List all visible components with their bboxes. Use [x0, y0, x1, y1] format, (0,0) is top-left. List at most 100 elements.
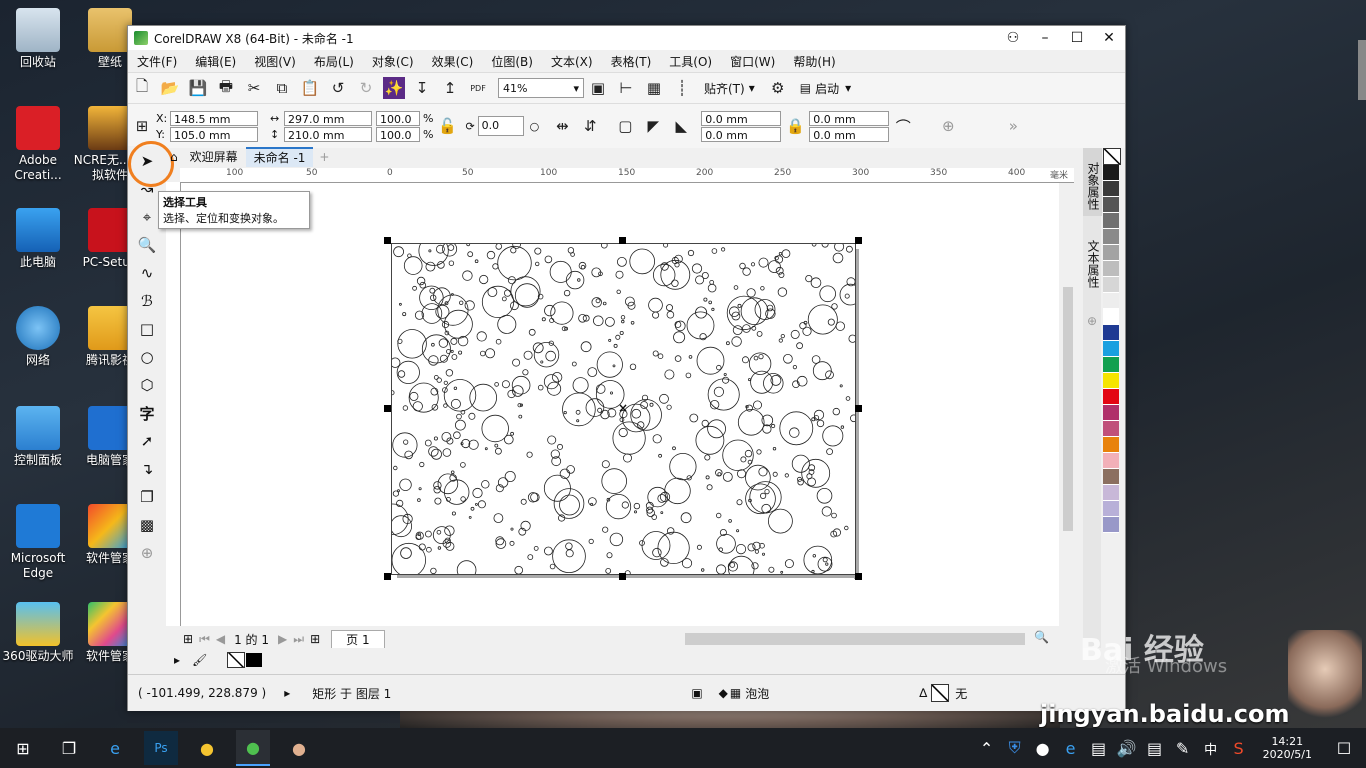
- ellipse-tool-icon[interactable]: ○: [134, 344, 160, 370]
- add-page-end-icon[interactable]: ⊞: [307, 632, 323, 646]
- input-method[interactable]: 中: [1201, 731, 1221, 765]
- menu-window[interactable]: 窗口(W): [721, 53, 784, 70]
- polygon-tool-icon[interactable]: ⬡: [134, 372, 160, 398]
- palette-swatch[interactable]: [1103, 421, 1119, 437]
- start-windows-icon[interactable]: ⊞: [6, 731, 40, 765]
- mirror-vertical-icon[interactable]: ⇵: [579, 115, 601, 137]
- no-fill-swatch[interactable]: [1103, 148, 1121, 165]
- scale-y-input[interactable]: 100.0: [376, 126, 420, 142]
- menu-view[interactable]: 视图(V): [245, 53, 305, 70]
- palette-swatch[interactable]: [1103, 261, 1119, 277]
- scroll-thumb[interactable]: [1063, 287, 1073, 531]
- drawing-canvas[interactable]: ×: [181, 183, 1059, 626]
- rectangle-tool-icon[interactable]: □: [134, 316, 160, 342]
- task-view-icon[interactable]: ❐: [52, 731, 86, 765]
- palette-swatch[interactable]: [1103, 325, 1119, 341]
- menu-text[interactable]: 文本(X): [542, 53, 602, 70]
- close-button[interactable]: ✕: [1093, 30, 1125, 46]
- palette-swatch[interactable]: [1103, 277, 1119, 293]
- docker-tab-object-properties[interactable]: 对象属性: [1083, 148, 1102, 216]
- lock-ratio-icon[interactable]: 🔓: [436, 115, 458, 137]
- eyedropper-icon[interactable]: 🖌: [188, 653, 211, 667]
- zoom-tool-icon[interactable]: 🔍: [134, 232, 160, 258]
- more-icon[interactable]: »: [1002, 115, 1024, 137]
- menu-effects[interactable]: 效果(C): [423, 53, 483, 70]
- paste-icon[interactable]: 📋: [299, 77, 321, 99]
- desktop-icon-adobe-cc[interactable]: Adobe Creati...: [0, 106, 76, 183]
- rotation-input[interactable]: 0.0: [477, 116, 524, 136]
- mirror-horizontal-icon[interactable]: ⇹: [551, 115, 573, 137]
- corner-radius-top-right-input[interactable]: 0.0 mm: [809, 110, 890, 126]
- qq-icon[interactable]: ●: [1033, 731, 1053, 765]
- horizontal-ruler[interactable]: 100 50 0 50 100 150 200 250 300 350 400 …: [180, 168, 1074, 183]
- palette-swatch[interactable]: [1103, 453, 1119, 469]
- x-position-input[interactable]: 148.5 mm: [170, 110, 258, 126]
- page-tab[interactable]: 页 1: [331, 630, 385, 648]
- home-icon[interactable]: ⌂: [166, 150, 182, 164]
- last-page-icon[interactable]: ⏭: [290, 632, 307, 647]
- selection-handle[interactable]: [619, 237, 626, 244]
- crop-tool-icon[interactable]: ⌖: [134, 204, 160, 230]
- palette-swatch[interactable]: [1103, 181, 1119, 197]
- edge-tray-icon[interactable]: e: [1061, 731, 1081, 765]
- publish-pdf-icon[interactable]: PDF: [467, 77, 489, 99]
- corner-radius-top-left-input[interactable]: 0.0 mm: [701, 110, 782, 126]
- corner-radius-bottom-left-input[interactable]: 0.0 mm: [701, 126, 782, 142]
- search-content-icon[interactable]: ✨: [383, 77, 405, 99]
- notification-icon[interactable]: ☐: [1332, 731, 1356, 765]
- desktop-icon-360-driver[interactable]: 360驱动大师: [0, 602, 76, 664]
- y-position-input[interactable]: 105.0 mm: [170, 126, 258, 142]
- launch-dropdown[interactable]: ▤ 启动 ▾: [800, 80, 851, 97]
- vertical-scrollbar[interactable]: [1061, 183, 1075, 626]
- display-icon[interactable]: ▤: [1089, 731, 1109, 765]
- add-toolbar-icon[interactable]: ⊕: [937, 115, 959, 137]
- desktop-icon-this-pc[interactable]: 此电脑: [0, 208, 76, 270]
- freehand-tool-icon[interactable]: ∿: [134, 260, 160, 286]
- selection-handle[interactable]: [855, 237, 862, 244]
- palette-swatch[interactable]: [1103, 245, 1119, 261]
- desktop-icon-network[interactable]: 网络: [0, 306, 76, 368]
- scale-x-input[interactable]: 100.0: [376, 110, 420, 126]
- menu-file[interactable]: 文件(F): [128, 53, 186, 70]
- show-guidelines-icon[interactable]: ┊: [671, 77, 693, 99]
- drop-shadow-tool-icon[interactable]: ❐: [134, 484, 160, 510]
- previous-page-icon[interactable]: ◀: [213, 632, 228, 646]
- selection-handle[interactable]: [384, 573, 391, 580]
- selection-handle[interactable]: [619, 573, 626, 580]
- chevron-right-icon[interactable]: ▸: [166, 653, 188, 667]
- full-screen-icon[interactable]: ▣: [587, 77, 609, 99]
- scalloped-corner-icon[interactable]: ◤: [642, 115, 664, 137]
- volume-icon[interactable]: 🔊: [1117, 731, 1137, 765]
- black-swatch[interactable]: [246, 653, 263, 667]
- menu-help[interactable]: 帮助(H): [784, 53, 844, 70]
- palette-swatch[interactable]: [1103, 501, 1119, 517]
- palette-swatch[interactable]: [1103, 485, 1119, 501]
- print-icon[interactable]: 🖶: [215, 77, 237, 99]
- redo-icon[interactable]: ↻: [355, 77, 377, 99]
- zoom-level-select[interactable]: 41% ▾: [498, 78, 584, 98]
- palette-swatch[interactable]: [1103, 293, 1119, 309]
- add-tool-icon[interactable]: ⊕: [134, 540, 160, 566]
- clock[interactable]: 14:21 2020/5/1: [1263, 735, 1312, 761]
- new-document-icon[interactable]: 🗋: [131, 77, 153, 99]
- ie-browser-icon[interactable]: e: [98, 731, 132, 765]
- cut-icon[interactable]: ✂: [243, 77, 265, 99]
- palette-swatch[interactable]: [1103, 309, 1119, 325]
- zoom-corner-icon[interactable]: 🔍: [1034, 630, 1049, 644]
- account-icon[interactable]: ⚇: [997, 30, 1029, 46]
- horizontal-scroll-thumb[interactable]: [685, 633, 1025, 645]
- browser-360-icon[interactable]: ●: [190, 731, 224, 765]
- text-tool-icon[interactable]: 字: [134, 400, 160, 426]
- lock-corners-icon[interactable]: 🔒: [784, 115, 806, 137]
- selection-handle[interactable]: [855, 405, 862, 412]
- relative-corner-scaling-icon[interactable]: ⌒: [892, 115, 914, 137]
- desktop-icon-recycle-bin[interactable]: 回收站: [0, 8, 76, 70]
- palette-swatch[interactable]: [1103, 197, 1119, 213]
- selection-handle[interactable]: [855, 573, 862, 580]
- chamfered-corner-icon[interactable]: ◣: [670, 115, 692, 137]
- object-origin-icon[interactable]: ⊞: [131, 115, 153, 137]
- palette-swatch[interactable]: [1103, 229, 1119, 245]
- palette-swatch[interactable]: [1103, 357, 1119, 373]
- security-shield-icon[interactable]: ⛨: [1005, 731, 1025, 765]
- palette-swatch[interactable]: [1103, 405, 1119, 421]
